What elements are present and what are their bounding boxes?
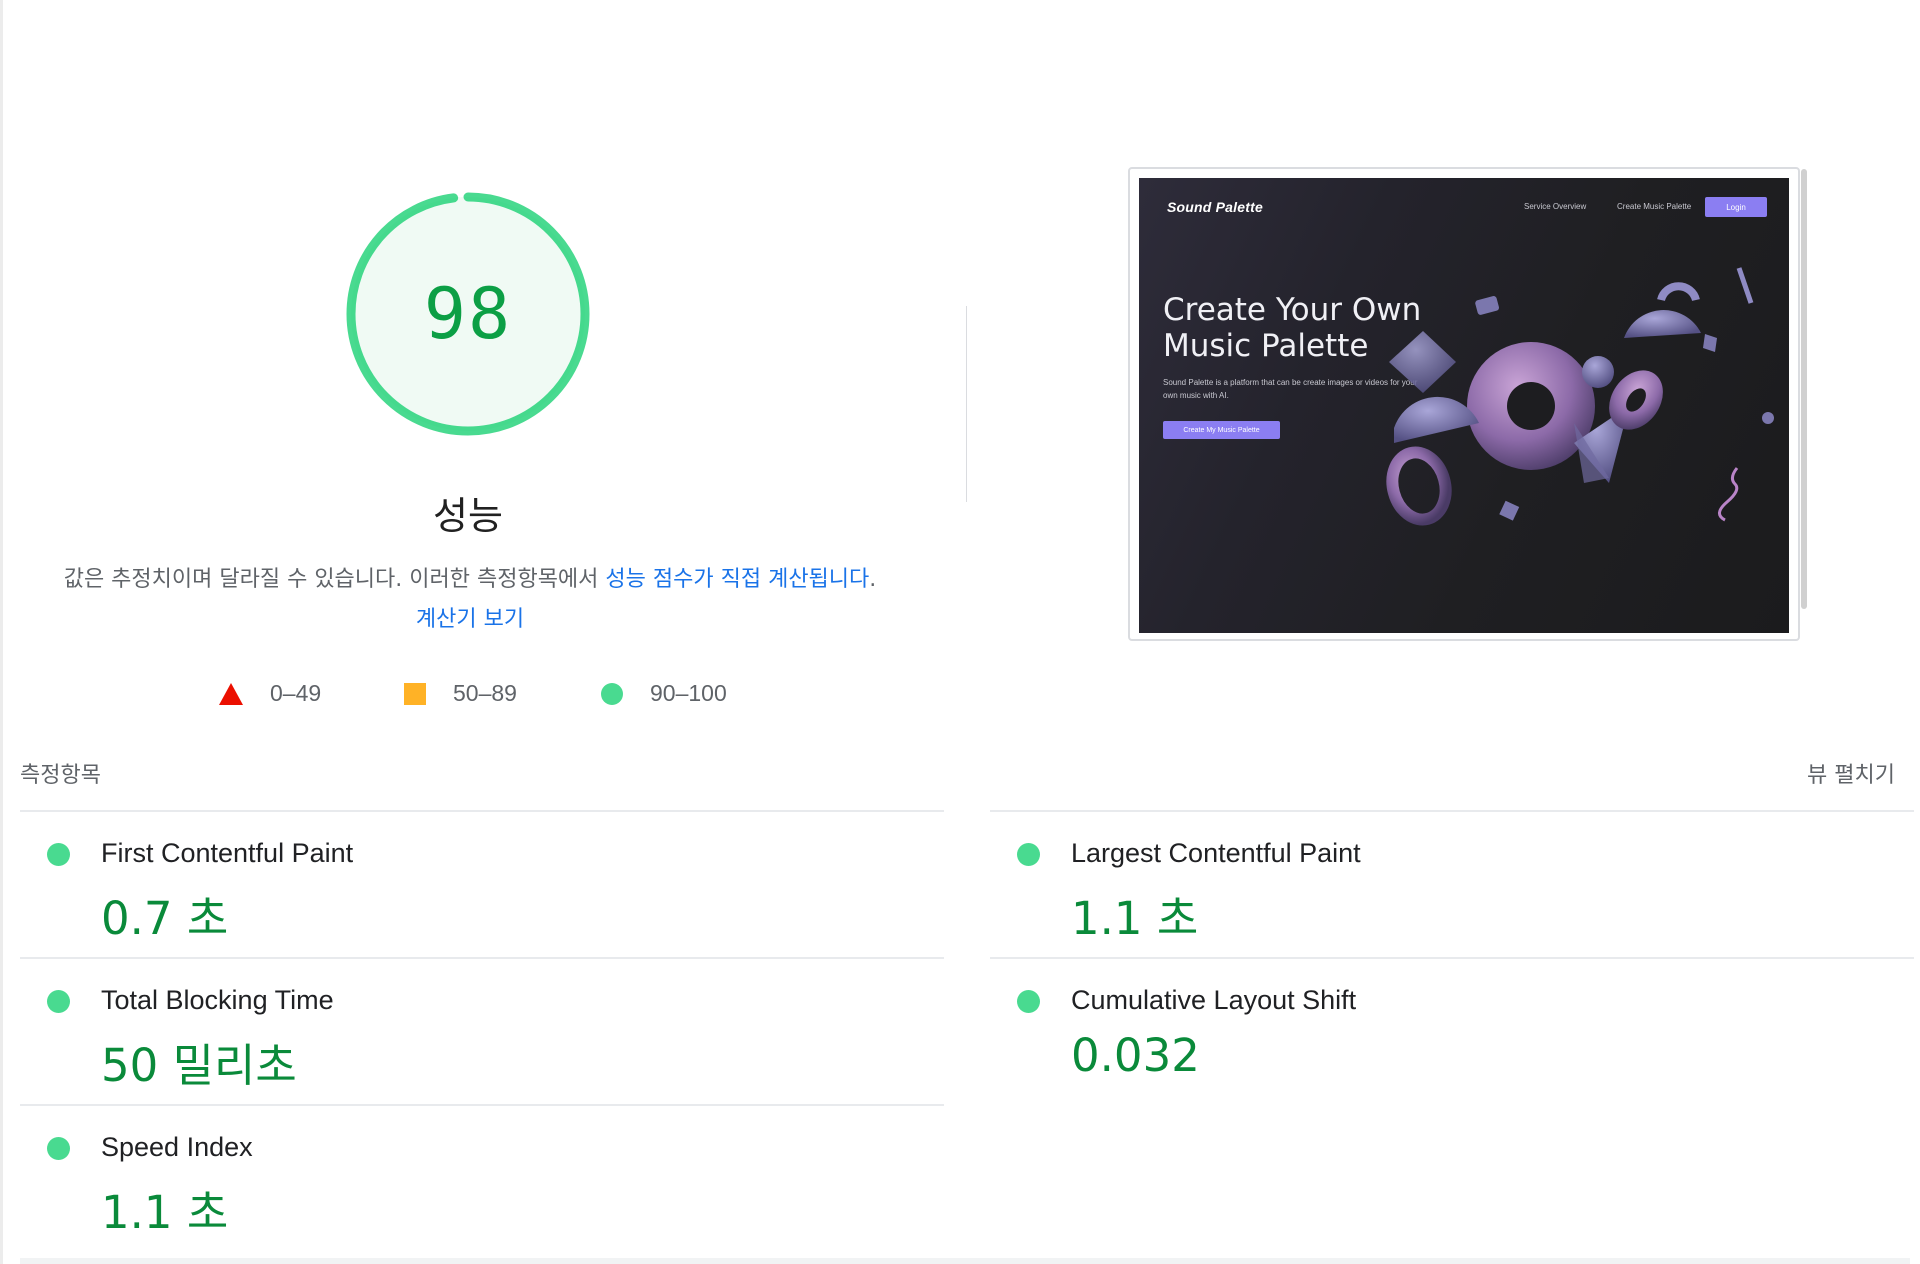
score-description: 값은 추정치이며 달라질 수 있습니다. 이러한 측정항목에서 성능 점수가 직… <box>60 560 880 640</box>
screenshot-image: Sound Palette Service Overview Create Mu… <box>1139 178 1789 633</box>
metric-value: 1.1 초 <box>1071 892 1199 945</box>
fail-triangle-icon <box>219 682 243 705</box>
section-bottom-border <box>20 1258 1910 1264</box>
legend-item-pass: 90–100 <box>601 680 727 707</box>
screenshot-login-button: Login <box>1705 197 1767 217</box>
pass-circle-icon <box>47 1137 70 1160</box>
metric-value: 1.1 초 <box>101 1186 229 1239</box>
metric-name: First Contentful Paint <box>101 838 354 868</box>
metric-name: Speed Index <box>101 1132 253 1162</box>
calculator-link[interactable]: 계산기 보기 <box>416 607 524 632</box>
metric-speed-index[interactable]: Speed Index 1.1 초 <box>20 1106 944 1252</box>
legend-item-fail: 0–49 <box>219 680 321 707</box>
abstract-shapes-illustration <box>1386 267 1774 526</box>
screenshot-nav-item: Service Overview <box>1524 202 1587 211</box>
legend-label: 90–100 <box>650 680 727 706</box>
metric-value: 0.7 초 <box>101 892 229 945</box>
metric-cumulative-layout-shift[interactable]: Cumulative Layout Shift 0.032 <box>990 959 1914 1105</box>
screenshot-cta-button: Create My Music Palette <box>1163 421 1280 439</box>
average-square-icon <box>404 682 426 705</box>
category-title: 성능 <box>433 494 503 538</box>
pass-circle-icon <box>1017 990 1040 1013</box>
page-left-border <box>0 0 3 1264</box>
description-text: 값은 추정치이며 달라질 수 있습니다. 이러한 측정항목에서 <box>63 567 606 592</box>
metric-first-contentful-paint[interactable]: First Contentful Paint 0.7 초 <box>20 812 944 958</box>
score-calculation-link[interactable]: 성능 점수가 직접 계산됩니다 <box>605 567 869 592</box>
pass-circle-icon <box>47 843 70 866</box>
pass-circle-icon <box>1017 843 1040 866</box>
screenshot-scrollbar <box>1801 169 1807 609</box>
performance-score-value: 98 <box>423 273 513 355</box>
vertical-divider <box>966 306 967 502</box>
metric-name: Largest Contentful Paint <box>1071 838 1361 868</box>
metric-name: Cumulative Layout Shift <box>1071 985 1357 1015</box>
metric-total-blocking-time[interactable]: Total Blocking Time 50 밀리초 <box>20 959 944 1105</box>
legend-label: 50–89 <box>453 680 517 706</box>
screenshot-logo: Sound Palette <box>1167 199 1263 215</box>
performance-score-gauge[interactable]: 98 <box>342 188 594 440</box>
legend-label: 0–49 <box>270 680 322 706</box>
pass-circle-icon <box>601 682 623 705</box>
metric-value: 50 밀리초 <box>101 1039 297 1092</box>
legend-item-average: 50–89 <box>404 680 517 707</box>
screenshot-nav-item: Create Music Palette <box>1617 202 1692 211</box>
score-scale-legend: 0–49 50–89 90–100 <box>0 680 900 710</box>
final-screenshot[interactable]: Sound Palette Service Overview Create Mu… <box>1128 167 1807 641</box>
metric-value: 0.032 <box>1071 1029 1200 1082</box>
metric-name: Total Blocking Time <box>101 985 334 1015</box>
pass-circle-icon <box>47 990 70 1013</box>
metrics-header: 측정항목 <box>20 763 101 788</box>
metric-largest-contentful-paint[interactable]: Largest Contentful Paint 1.1 초 <box>990 812 1914 958</box>
expand-view-toggle[interactable]: 뷰 펼치기 <box>1807 757 1895 789</box>
description-separator: . <box>869 567 877 592</box>
